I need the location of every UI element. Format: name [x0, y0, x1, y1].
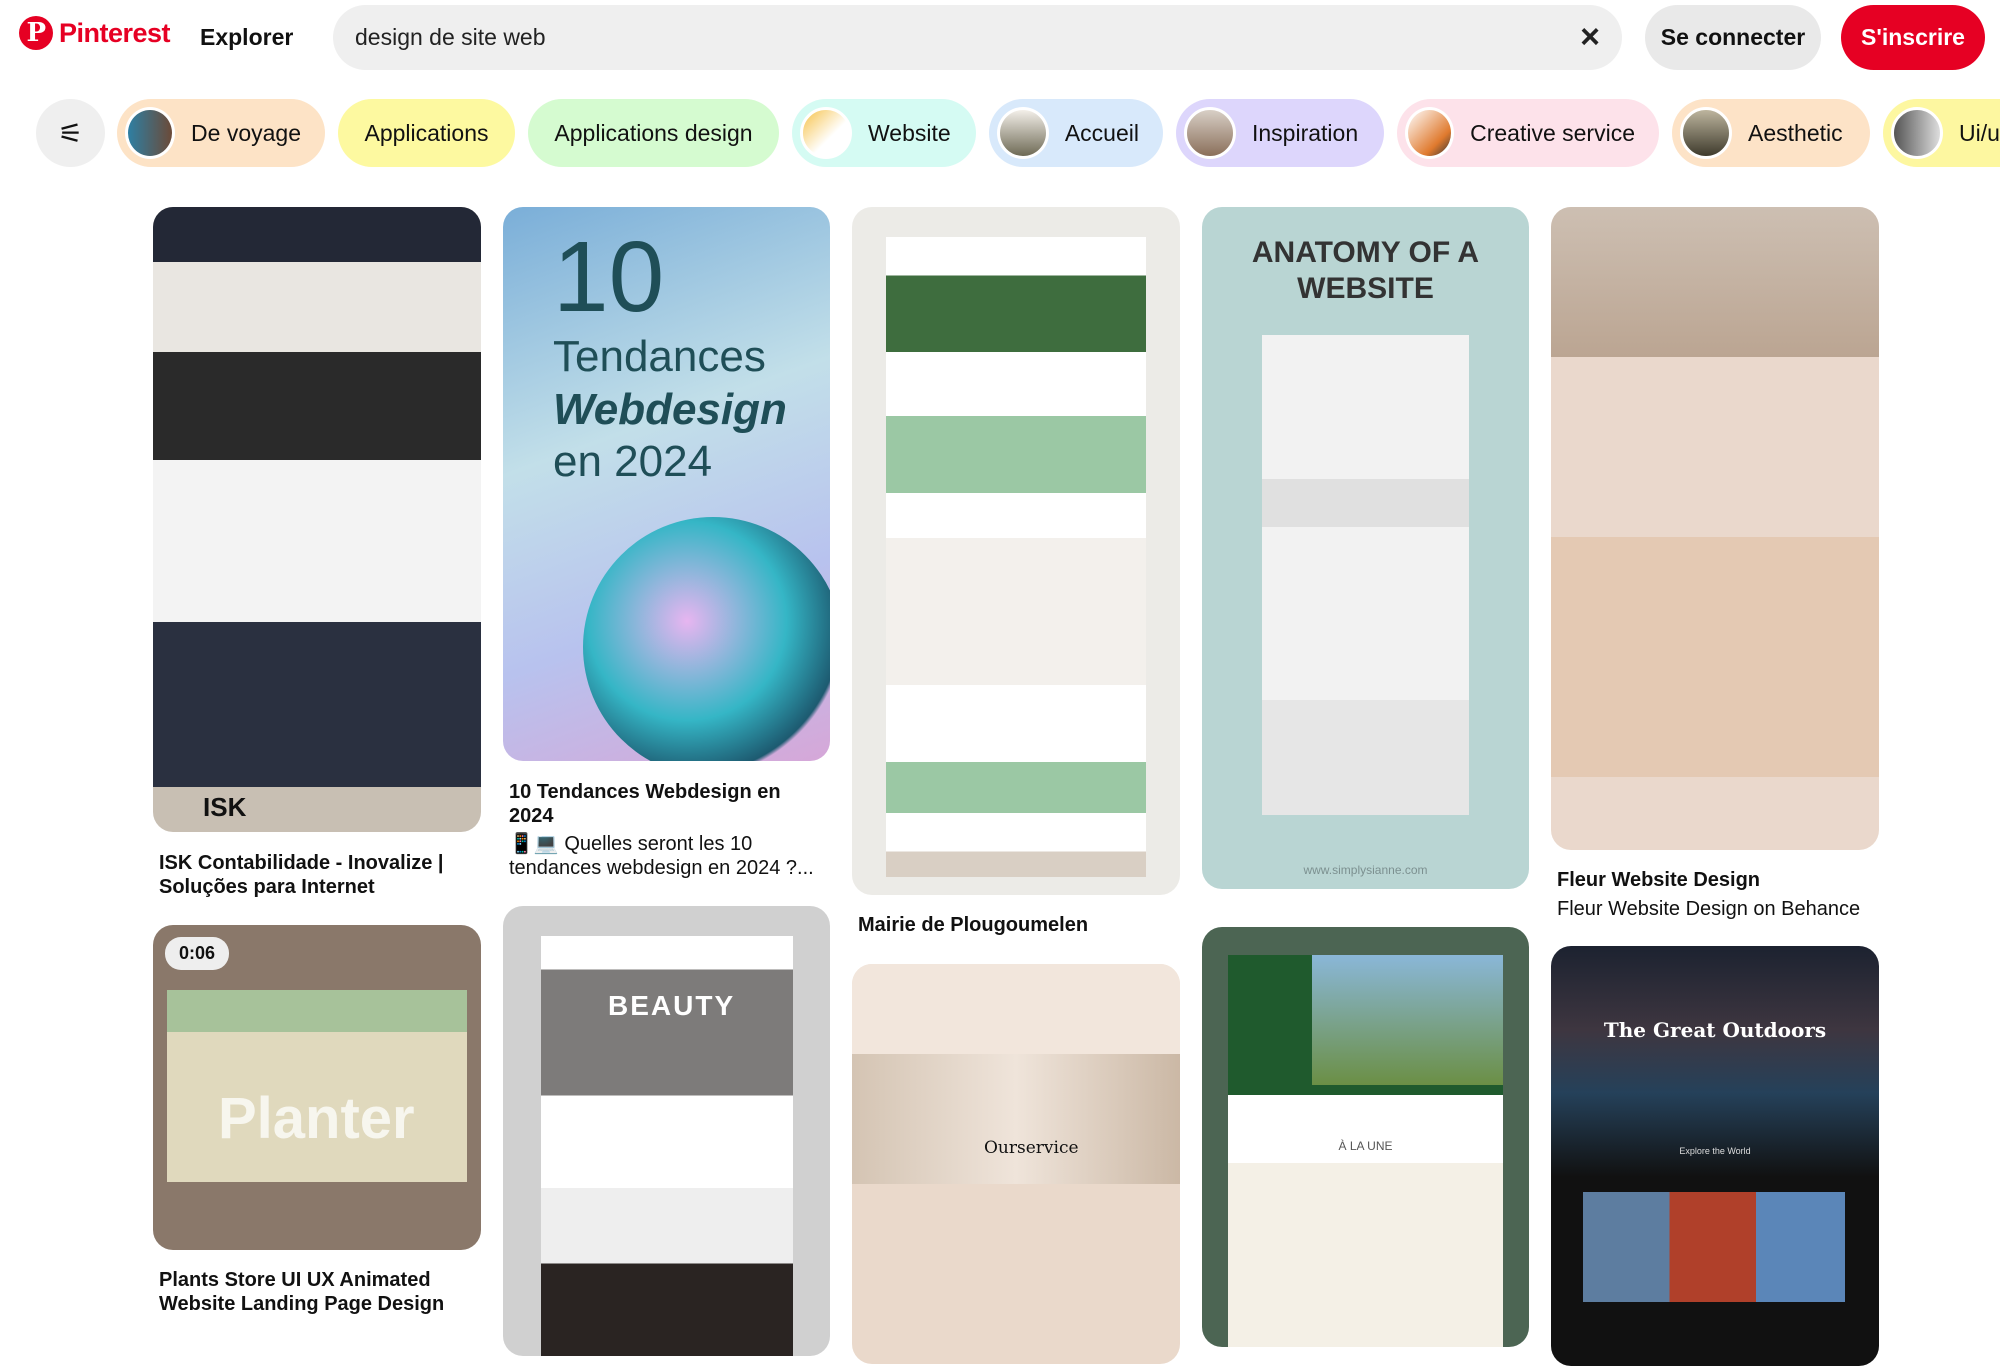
logo-text: Pinterest	[59, 17, 171, 48]
chip-label: Accueil	[1064, 119, 1139, 146]
video-duration-badge: 0:06	[165, 937, 230, 970]
pin-title[interactable]: 10 Tendances Webdesign en 2024	[509, 780, 829, 828]
chip-thumbnail	[1184, 107, 1236, 159]
pin-image-photo	[1312, 955, 1503, 1085]
pin-beauty[interactable]: BEAUTY	[503, 906, 830, 1356]
search-value[interactable]: design de site web	[355, 24, 1580, 51]
pin-plougoumelen[interactable]	[852, 207, 1180, 895]
pin-isk[interactable]: ISK	[153, 207, 481, 832]
pin-image	[153, 262, 481, 622]
pin-image-footer: www.simplysianne.com	[1303, 863, 1428, 877]
pin-title[interactable]: Plants Store UI UX Animated Website Land…	[159, 1268, 479, 1316]
pin-image	[1551, 207, 1879, 357]
chip-thumbnail	[800, 107, 852, 159]
chip-label: Creative service	[1470, 119, 1635, 146]
chip-thumbnail	[1405, 107, 1455, 159]
pin-planter[interactable]: Planter 0:06	[153, 925, 481, 1250]
chip-label: Applications	[364, 119, 489, 146]
pin-fleur[interactable]	[1551, 207, 1879, 850]
chip-thumbnail	[1891, 107, 1943, 159]
chip-thumbnail	[997, 107, 1049, 159]
pin-image	[852, 1054, 1180, 1184]
search-input[interactable]: design de site web ×	[333, 5, 1622, 70]
pin-subtitle: Fleur Website Design on Behance	[1557, 898, 1861, 920]
pin-image-text: 10	[553, 221, 665, 333]
pin-image-text: ANATOMY OF A WEBSITE	[1251, 236, 1480, 305]
pin-image-text: The Great Outdoors	[1603, 1018, 1827, 1042]
pin-a-la-une[interactable]: À LA UNE	[1202, 927, 1529, 1347]
pin-image-text: en 2024	[553, 437, 713, 486]
chip-de-voyage[interactable]: De voyage	[117, 99, 325, 167]
pin-image-gallery	[1583, 1192, 1845, 1302]
pin-image-section	[1551, 537, 1879, 777]
pin-image	[886, 237, 1146, 877]
pin-image	[1262, 335, 1469, 815]
chip-creative-service[interactable]: Creative service	[1397, 99, 1659, 167]
chip-inspiration[interactable]: Inspiration	[1176, 99, 1384, 167]
filter-icon[interactable]: ⚟	[36, 99, 105, 167]
chip-label: De voyage	[191, 119, 301, 146]
pin-great-outdoors[interactable]: The Great Outdoors Explore the World	[1551, 946, 1879, 1366]
pin-subtitle: 📱💻 Quelles seront les 10 tendances webde…	[509, 833, 814, 879]
pin-image-band	[167, 990, 467, 1032]
chip-label: Inspiration	[1252, 119, 1359, 146]
pin-image-text: Planter	[218, 1086, 415, 1151]
pin-image-text: Webdesign	[553, 385, 787, 434]
chip-applications-design[interactable]: Applications design	[528, 99, 779, 167]
chip-ui-ux[interactable]: Ui/ux	[1883, 99, 2000, 167]
chip-applications[interactable]: Applications	[338, 99, 515, 167]
chip-thumbnail	[125, 107, 176, 159]
chip-label: Applications design	[554, 119, 753, 146]
pin-title[interactable]: ISK Contabilidade - Inovalize | Soluções…	[159, 851, 479, 899]
clear-icon[interactable]: ×	[1580, 18, 1600, 57]
pin-title[interactable]: Fleur Website Design	[1557, 868, 1877, 892]
pin-image-header	[852, 964, 1180, 1054]
pin-title[interactable]: Mairie de Plougoumelen	[858, 913, 1178, 937]
login-button[interactable]: Se connecter	[1645, 5, 1821, 70]
pin-image-subtext: Explore the World	[1679, 1146, 1751, 1156]
chip-aesthetic[interactable]: Aesthetic	[1672, 99, 1870, 167]
pin-tendances[interactable]: 10 Tendances Webdesign en 2024	[503, 207, 830, 761]
pin-anatomy[interactable]: ANATOMY OF A WEBSITE www.simplysianne.co…	[1202, 207, 1529, 889]
pin-luna[interactable]: Ourservice	[852, 964, 1180, 1364]
chip-accueil[interactable]: Accueil	[989, 99, 1163, 167]
pin-image-text: BEAUTY	[608, 990, 736, 1021]
chip-label: Website	[868, 119, 951, 146]
pin-image-text: Tendances	[553, 332, 766, 381]
pin-image-text: ISK	[203, 792, 247, 822]
chip-label: Ui/ux	[1959, 119, 2000, 146]
explore-link[interactable]: Explorer	[200, 24, 293, 51]
chip-label: Aesthetic	[1748, 119, 1843, 146]
pinterest-icon: P	[19, 16, 53, 50]
chip-website[interactable]: Website	[792, 99, 976, 167]
pin-image-text: À LA UNE	[1338, 1139, 1393, 1153]
signup-button[interactable]: S'inscrire	[1841, 5, 1985, 70]
pinterest-logo[interactable]: P Pinterest	[19, 16, 171, 50]
pin-image-text: Ourservice	[984, 1138, 1079, 1158]
pin-image-shape	[583, 517, 830, 761]
pin-image-footer	[153, 622, 481, 787]
pin-image-header	[153, 207, 481, 262]
chip-thumbnail	[1680, 107, 1732, 159]
